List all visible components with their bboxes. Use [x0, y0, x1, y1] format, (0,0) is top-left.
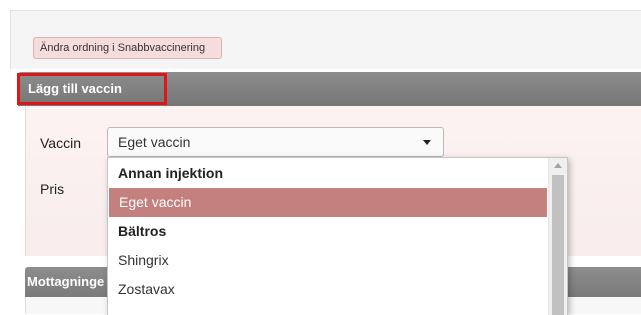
dropdown-scrollbar[interactable]: [548, 158, 567, 315]
chevron-down-icon: [423, 140, 431, 145]
dropdown-group-header: Bältros: [118, 223, 167, 239]
title-highlight-box: [17, 73, 167, 105]
dropdown-option[interactable]: Shingrix: [108, 246, 548, 275]
arrow-up-icon[interactable]: [554, 163, 562, 168]
price-label: Pris: [40, 181, 65, 197]
vaccine-select[interactable]: Eget vaccin: [107, 127, 444, 157]
vaccine-select-value: Eget vaccin: [118, 134, 191, 150]
reorder-quick-vaccination-button[interactable]: Ändra ordning i Snabbvaccinering: [33, 37, 222, 59]
scrollbar-thumb[interactable]: [552, 175, 564, 315]
dropdown-option[interactable]: Zostavax: [108, 275, 548, 304]
dropdown-option-selected[interactable]: Eget vaccin: [109, 188, 547, 217]
reception-title: Mottagninge: [27, 274, 105, 289]
vaccine-dropdown-list[interactable]: Annan injektion Eget vaccin Bältros Shin…: [107, 157, 568, 315]
dropdown-group-header: Annan injektion: [118, 165, 223, 181]
vaccine-label: Vaccin: [40, 135, 81, 151]
